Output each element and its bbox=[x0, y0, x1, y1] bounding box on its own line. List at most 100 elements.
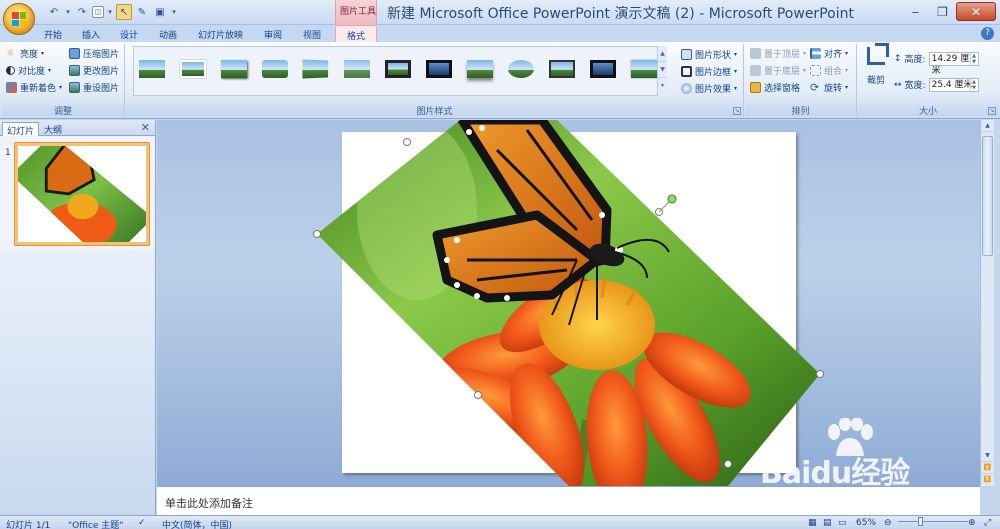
close-button[interactable]: ✕ bbox=[956, 2, 996, 21]
picture-style-item[interactable] bbox=[301, 56, 331, 82]
zoom-slider[interactable] bbox=[898, 517, 968, 527]
tab-format[interactable]: 格式 bbox=[335, 25, 377, 42]
group-button[interactable]: 组合 ▾ bbox=[810, 63, 848, 78]
ribbon: ☼ 亮度 ▾ 对比度 ▾ 重新着色 ▾ 压缩图片 更改图片 重设图片 调整 图片样式 … bbox=[0, 42, 1000, 119]
gallery-up-icon[interactable]: ▲ bbox=[658, 46, 667, 62]
reset-picture-button[interactable]: 重设图片 bbox=[69, 80, 119, 95]
picture-style-item[interactable] bbox=[260, 56, 290, 82]
height-input[interactable]: 14.29 厘米 ▲ ▼ bbox=[928, 51, 979, 76]
maximize-button[interactable]: ❐ bbox=[929, 2, 956, 21]
minimize-button[interactable]: ‒ bbox=[902, 2, 929, 21]
gallery-scroll[interactable]: ▲ ▼ ▾ bbox=[657, 46, 667, 96]
crop-button[interactable]: 裁剪 bbox=[863, 43, 889, 92]
customize-qat-icon[interactable]: ▾ bbox=[170, 4, 178, 20]
spellcheck-icon[interactable]: ✓ bbox=[138, 518, 146, 528]
group-label-size: 大小 bbox=[858, 104, 998, 117]
picture-shape-button[interactable]: 图片形状 ▾ bbox=[681, 47, 737, 62]
save-icon[interactable]: ▣ bbox=[152, 4, 168, 20]
gallery-down-icon[interactable]: ▼ bbox=[658, 62, 667, 78]
contrast-button[interactable]: 对比度 ▾ bbox=[6, 63, 51, 78]
zoom-level[interactable]: 65% bbox=[856, 518, 876, 528]
title-bar: 图片工具 ↶ ▾ ↷ ◫ ▾ ↖ ✎ ▣ ▾ 新建 Microsoft Offi… bbox=[0, 0, 1000, 25]
size-launcher-icon[interactable]: ↘ bbox=[988, 107, 996, 115]
picture-tools-label: 图片工具 bbox=[340, 7, 377, 17]
zoom-slider-thumb[interactable] bbox=[918, 517, 923, 526]
close-pane-icon[interactable]: ✕ bbox=[141, 121, 150, 134]
border-icon bbox=[681, 66, 692, 77]
change-picture-icon bbox=[69, 65, 80, 76]
send-to-back-button[interactable]: 置于底层 ▾ bbox=[750, 63, 806, 78]
pointer-icon[interactable]: ↖ bbox=[116, 4, 132, 20]
change-picture-button[interactable]: 更改图片 bbox=[69, 63, 119, 78]
quick-access-toolbar: ↶ ▾ ↷ ◫ ▾ ↖ ✎ ▣ ▾ bbox=[38, 3, 178, 21]
slide-sorter-icon[interactable]: ▤ bbox=[823, 518, 832, 528]
format-painter-icon[interactable]: ✎ bbox=[134, 4, 150, 20]
bring-to-front-button[interactable]: 置于顶层 ▾ bbox=[750, 46, 806, 61]
slide-canvas[interactable] bbox=[342, 132, 796, 473]
picture-style-item[interactable] bbox=[424, 56, 454, 82]
picture-tools-header: 图片工具 bbox=[335, 0, 377, 25]
slide-thumbnail[interactable] bbox=[14, 142, 150, 246]
slide-number: 1 bbox=[5, 148, 11, 158]
width-input[interactable]: 25.4 厘米 ▲ ▼ bbox=[928, 77, 979, 92]
tab-slides[interactable]: 幻灯片 bbox=[2, 122, 40, 137]
vertical-scrollbar[interactable]: ▲ ▼ ⏫ ⏬ bbox=[980, 120, 994, 486]
picture-style-item[interactable] bbox=[137, 56, 167, 82]
selection-pane-button[interactable]: 选择窗格 bbox=[750, 80, 800, 95]
scroll-thumb[interactable] bbox=[982, 136, 993, 256]
picture-style-item[interactable] bbox=[342, 56, 372, 82]
tab-slideshow[interactable]: 幻灯片放映 bbox=[193, 25, 248, 42]
language-indicator[interactable]: 中文(简体，中国) bbox=[162, 518, 232, 529]
qat-dropdown-icon[interactable]: ▾ bbox=[106, 4, 114, 20]
brightness-button[interactable]: ☼ 亮度 ▾ bbox=[6, 46, 44, 61]
zoom-out-icon[interactable]: ⊖ bbox=[884, 518, 892, 528]
picture-border-button[interactable]: 图片边框 ▾ bbox=[681, 64, 737, 79]
picture-effects-button[interactable]: 图片效果 ▾ bbox=[681, 81, 737, 96]
picture-style-item[interactable] bbox=[383, 56, 413, 82]
height-spinner-icon[interactable]: ▲ ▼ bbox=[969, 52, 978, 65]
gallery-more-icon[interactable]: ▾ bbox=[658, 78, 667, 94]
picture-style-item[interactable] bbox=[588, 56, 618, 82]
scroll-up-icon[interactable]: ▲ bbox=[981, 120, 994, 132]
compress-icon bbox=[69, 48, 80, 59]
picture-style-item[interactable] bbox=[629, 56, 659, 82]
picture-style-item[interactable] bbox=[219, 56, 249, 82]
tab-review[interactable]: 审阅 bbox=[258, 25, 288, 42]
redo-icon[interactable]: ↷ bbox=[74, 4, 90, 20]
rotate-button[interactable]: ⟳ 旋转 ▾ bbox=[810, 80, 848, 95]
contrast-icon bbox=[6, 66, 15, 75]
tab-outline[interactable]: 大纲 bbox=[40, 122, 66, 136]
picture-style-item[interactable] bbox=[547, 56, 577, 82]
tab-view[interactable]: 视图 bbox=[297, 25, 327, 42]
new-slide-icon[interactable]: ◫ bbox=[92, 6, 104, 18]
slideshow-icon[interactable]: ▭ bbox=[838, 518, 847, 528]
office-button[interactable] bbox=[3, 3, 35, 35]
fit-to-window-icon[interactable]: ⤢ bbox=[984, 518, 991, 528]
undo-icon[interactable]: ↶ bbox=[46, 4, 62, 20]
shape-icon bbox=[681, 49, 692, 60]
width-spinner-icon[interactable]: ▲ ▼ bbox=[969, 78, 978, 91]
tab-insert[interactable]: 插入 bbox=[78, 25, 104, 42]
selection-pane-icon bbox=[750, 82, 761, 93]
scroll-down-icon[interactable]: ▼ bbox=[981, 450, 994, 462]
tab-home[interactable]: 开始 bbox=[38, 25, 68, 42]
recolor-button[interactable]: 重新着色 ▾ bbox=[6, 80, 62, 95]
tab-animations[interactable]: 动画 bbox=[153, 25, 183, 42]
help-icon[interactable]: ? bbox=[981, 27, 994, 40]
zoom-in-icon[interactable]: ⊕ bbox=[968, 518, 976, 528]
align-button[interactable]: 对齐 ▾ bbox=[810, 46, 848, 61]
picture-style-item[interactable] bbox=[178, 56, 208, 82]
undo-dropdown-icon[interactable]: ▾ bbox=[64, 4, 72, 20]
tab-design[interactable]: 设计 bbox=[115, 25, 143, 42]
previous-slide-icon[interactable]: ⏫ bbox=[981, 462, 994, 474]
next-slide-icon[interactable]: ⏬ bbox=[981, 474, 994, 486]
height-field: ↕ 高度: 14.29 厘米 ▲ ▼ bbox=[894, 51, 979, 76]
notes-pane[interactable]: 单击此处添加备注 bbox=[157, 486, 980, 515]
status-bar: 幻灯片 1/1 "Office 主题" ✓ 中文(简体，中国) ▦ ▤ ▭ 65… bbox=[0, 515, 1000, 529]
picture-style-item[interactable] bbox=[506, 56, 536, 82]
picture-styles-launcher-icon[interactable]: ↘ bbox=[733, 107, 741, 115]
group-label-arrange: 排列 bbox=[745, 104, 856, 117]
normal-view-icon[interactable]: ▦ bbox=[808, 518, 817, 528]
picture-style-item[interactable] bbox=[465, 56, 495, 82]
compress-pictures-button[interactable]: 压缩图片 bbox=[69, 46, 119, 61]
